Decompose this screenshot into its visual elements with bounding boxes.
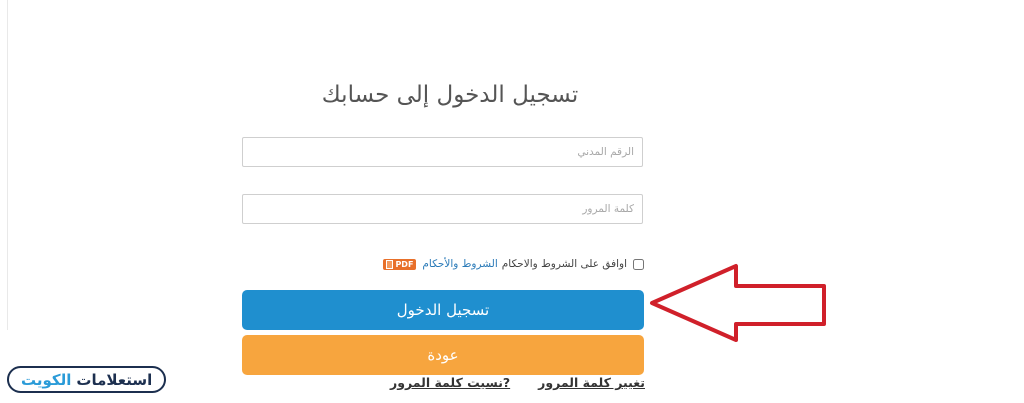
civil-id-input[interactable]: [242, 137, 643, 167]
watermark-word2: الكويت: [21, 370, 72, 389]
pdf-label: PDF: [395, 259, 414, 269]
password-input[interactable]: [242, 194, 643, 224]
watermark-word1: استعلامات: [76, 370, 153, 389]
terms-label: اوافق على الشروط والاحكام: [501, 258, 627, 270]
login-button[interactable]: تسجيل الدخول: [242, 290, 644, 330]
divider: [7, 0, 8, 330]
terms-row: اوافق على الشروط والاحكام الشروط والأحكا…: [383, 258, 644, 270]
document-icon: [386, 259, 394, 269]
forgot-password-link[interactable]: ?نسيت كلمة المرور: [390, 375, 510, 390]
bottom-links: تغيير كلمة المرور ?نسيت كلمة المرور: [390, 375, 645, 390]
terms-link[interactable]: الشروط والأحكام: [422, 258, 497, 270]
page-title: تسجيل الدخول إلى حسابك: [321, 82, 579, 108]
terms-checkbox[interactable]: [633, 258, 644, 270]
back-button[interactable]: عودة: [242, 335, 644, 375]
change-password-link[interactable]: تغيير كلمة المرور: [538, 375, 645, 390]
pdf-icon[interactable]: PDF: [383, 258, 417, 270]
page: تسجيل الدخول إلى حسابك اوافق على الشروط …: [0, 0, 1024, 403]
watermark-badge: استعلامات الكويت: [7, 366, 167, 393]
red-arrow-icon: [650, 264, 826, 342]
